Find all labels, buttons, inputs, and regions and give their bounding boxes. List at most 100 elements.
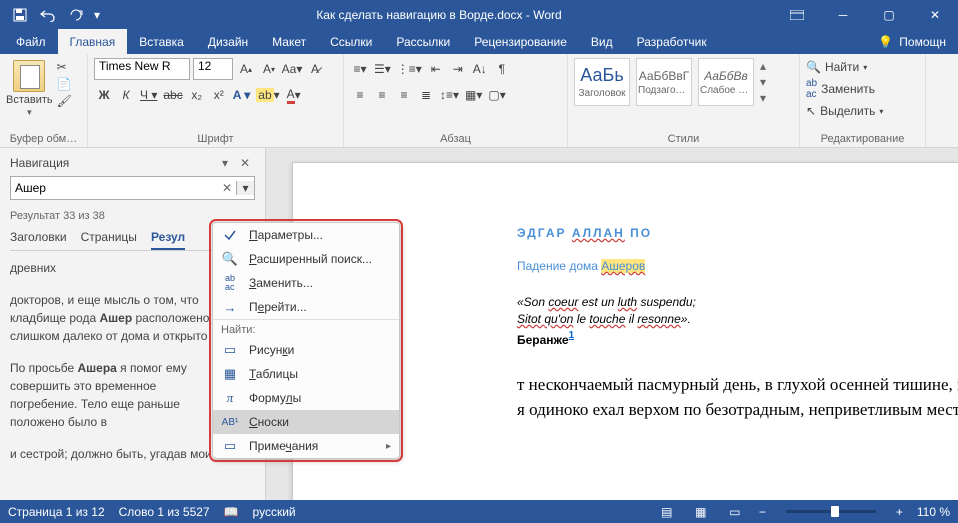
shrink-font-button[interactable]: A▾ xyxy=(259,58,279,80)
nav-search-clear[interactable]: ✕ xyxy=(218,181,236,195)
status-page[interactable]: Страница 1 из 12 xyxy=(8,505,105,519)
maximize-button[interactable]: ▢ xyxy=(866,0,912,29)
nav-tab-results[interactable]: Резул xyxy=(151,230,185,250)
menu-find-pictures[interactable]: ▭Рисунки xyxy=(213,338,399,362)
subscript-button[interactable]: x₂ xyxy=(187,84,207,106)
tab-developer[interactable]: Разработчик xyxy=(625,29,719,54)
status-spellcheck[interactable]: 📖 xyxy=(224,505,239,519)
close-button[interactable]: ✕ xyxy=(912,0,958,29)
underline-button[interactable]: Ч ▾ xyxy=(138,84,159,106)
tab-home[interactable]: Главная xyxy=(58,29,128,54)
find-button[interactable]: 🔍Найти▾ xyxy=(806,60,919,74)
qat-customize[interactable]: ▾ xyxy=(90,1,104,29)
numbering-button[interactable]: ☰▾ xyxy=(372,58,393,80)
strike-button[interactable]: abc xyxy=(161,84,184,106)
undo-button[interactable] xyxy=(34,1,62,29)
tab-file[interactable]: Файл xyxy=(4,29,58,54)
zoom-level[interactable]: 110 % xyxy=(917,505,950,519)
doc-subtitle: Падение дома Ашеров xyxy=(517,253,958,276)
show-marks-button[interactable]: ¶ xyxy=(492,58,512,80)
text-effects-button[interactable]: A ▾ xyxy=(231,84,253,106)
doc-body-text: т нескончаемый пасмурный день, в глухой … xyxy=(517,373,958,422)
justify-button[interactable]: ≣ xyxy=(416,84,436,106)
arrow-right-icon: → xyxy=(221,300,239,315)
bold-button[interactable]: Ж xyxy=(94,84,114,106)
view-print-button[interactable]: ▦ xyxy=(691,505,711,519)
align-center-button[interactable]: ≡ xyxy=(372,84,392,106)
font-name-select[interactable]: Times New R xyxy=(94,58,190,80)
style-heading[interactable]: АаБьЗаголовок xyxy=(574,58,630,106)
line-spacing-button[interactable]: ↕≡▾ xyxy=(438,84,461,106)
nav-pane-dropdown[interactable]: ▾ xyxy=(215,156,235,170)
nav-tab-pages[interactable]: Страницы xyxy=(81,230,137,250)
minimize-button[interactable]: ─ xyxy=(820,0,866,29)
menu-advanced-find[interactable]: 🔍Расширенный поиск... xyxy=(213,247,399,271)
font-size-select[interactable]: 12 xyxy=(193,58,233,80)
tell-me-label: Помощн xyxy=(899,35,946,49)
window-controls: ─ ▢ ✕ xyxy=(774,0,958,29)
style-emphasis[interactable]: АаБбВвСлабое в… xyxy=(698,58,754,106)
redo-button[interactable] xyxy=(62,1,90,29)
increase-indent-button[interactable]: ⇥ xyxy=(448,58,468,80)
zoom-in-button[interactable]: + xyxy=(896,505,903,519)
clear-format-button[interactable]: A̷ xyxy=(305,58,325,80)
shading-button[interactable]: ▦▾ xyxy=(463,84,484,106)
bullets-button[interactable]: ≡▾ xyxy=(350,58,370,80)
ribbon-options-button[interactable] xyxy=(774,0,820,29)
tell-me[interactable]: 💡 Помощн xyxy=(878,29,958,54)
menu-replace[interactable]: abacЗаменить... xyxy=(213,271,399,295)
status-words[interactable]: Слово 1 из 5527 xyxy=(119,505,210,519)
tab-view[interactable]: Вид xyxy=(579,29,625,54)
table-icon: ▦ xyxy=(221,366,239,382)
bulb-icon: 💡 xyxy=(878,35,893,49)
menu-goto[interactable]: →Перейти... xyxy=(213,295,399,319)
tab-references[interactable]: Ссылки xyxy=(318,29,384,54)
replace-button[interactable]: abacЗаменить xyxy=(806,78,919,100)
view-web-button[interactable]: ▭ xyxy=(725,505,745,519)
menu-options[interactable]: ППараметры...араметры... xyxy=(213,223,399,247)
menu-find-comments[interactable]: ▭Примечания▸ xyxy=(213,434,399,458)
style-subheading[interactable]: АаБбВвГПодзагол… xyxy=(636,58,692,106)
decrease-indent-button[interactable]: ⇤ xyxy=(426,58,446,80)
paste-button[interactable]: Вставить xyxy=(6,94,53,106)
nav-search-input[interactable] xyxy=(11,181,218,195)
nav-tab-headings[interactable]: Заголовки xyxy=(10,230,67,250)
highlight-button[interactable]: ab▾ xyxy=(254,84,281,106)
tab-mailings[interactable]: Рассылки xyxy=(384,29,462,54)
zoom-out-button[interactable]: − xyxy=(759,505,766,519)
tab-layout[interactable]: Макет xyxy=(260,29,318,54)
borders-button[interactable]: ▢▾ xyxy=(486,84,507,106)
save-button[interactable] xyxy=(6,1,34,29)
ribbon: Вставить ▼ ✂ 📄 🖌 Буфер обм… Times New R … xyxy=(0,54,958,148)
zoom-slider[interactable] xyxy=(786,510,876,513)
cut-button[interactable]: ✂ xyxy=(57,60,71,74)
select-button[interactable]: ↖Выделить▾ xyxy=(806,104,919,118)
superscript-button[interactable]: x² xyxy=(209,84,229,106)
copy-button[interactable]: 📄 xyxy=(57,77,71,91)
menu-find-footnotes[interactable]: AB¹Сноски xyxy=(213,410,399,434)
status-language[interactable]: русский xyxy=(253,505,296,519)
replace-icon: abac xyxy=(806,78,817,100)
nav-pane-title: Навигация xyxy=(10,156,69,170)
multilevel-button[interactable]: ⋮≡▾ xyxy=(395,58,424,80)
menu-find-formulas[interactable]: πФормулы xyxy=(213,386,399,410)
nav-pane-close[interactable]: ✕ xyxy=(235,156,255,170)
chevron-right-icon: ▸ xyxy=(386,441,391,452)
styles-more-button[interactable]: ▴▾▾ xyxy=(760,59,766,105)
view-read-button[interactable]: ▤ xyxy=(657,505,677,519)
doc-epigraph-2: Sitot qu'on le touche il resonne». xyxy=(517,311,958,328)
italic-button[interactable]: К xyxy=(116,84,136,106)
tab-design[interactable]: Дизайн xyxy=(196,29,260,54)
format-painter-button[interactable]: 🖌 xyxy=(57,94,71,108)
align-left-button[interactable]: ≡ xyxy=(350,84,370,106)
tab-insert[interactable]: Вставка xyxy=(127,29,196,54)
menu-find-tables[interactable]: ▦Таблицы xyxy=(213,362,399,386)
tab-review[interactable]: Рецензирование xyxy=(462,29,579,54)
sort-button[interactable]: A↓ xyxy=(470,58,490,80)
grow-font-button[interactable]: A▴ xyxy=(236,58,256,80)
font-color-button[interactable]: A▾ xyxy=(284,84,304,106)
align-right-button[interactable]: ≡ xyxy=(394,84,414,106)
nav-search-box: ✕ ▾ xyxy=(10,176,255,200)
change-case-button[interactable]: Aa▾ xyxy=(282,58,302,80)
nav-search-dropdown[interactable]: ▾ xyxy=(236,181,254,195)
